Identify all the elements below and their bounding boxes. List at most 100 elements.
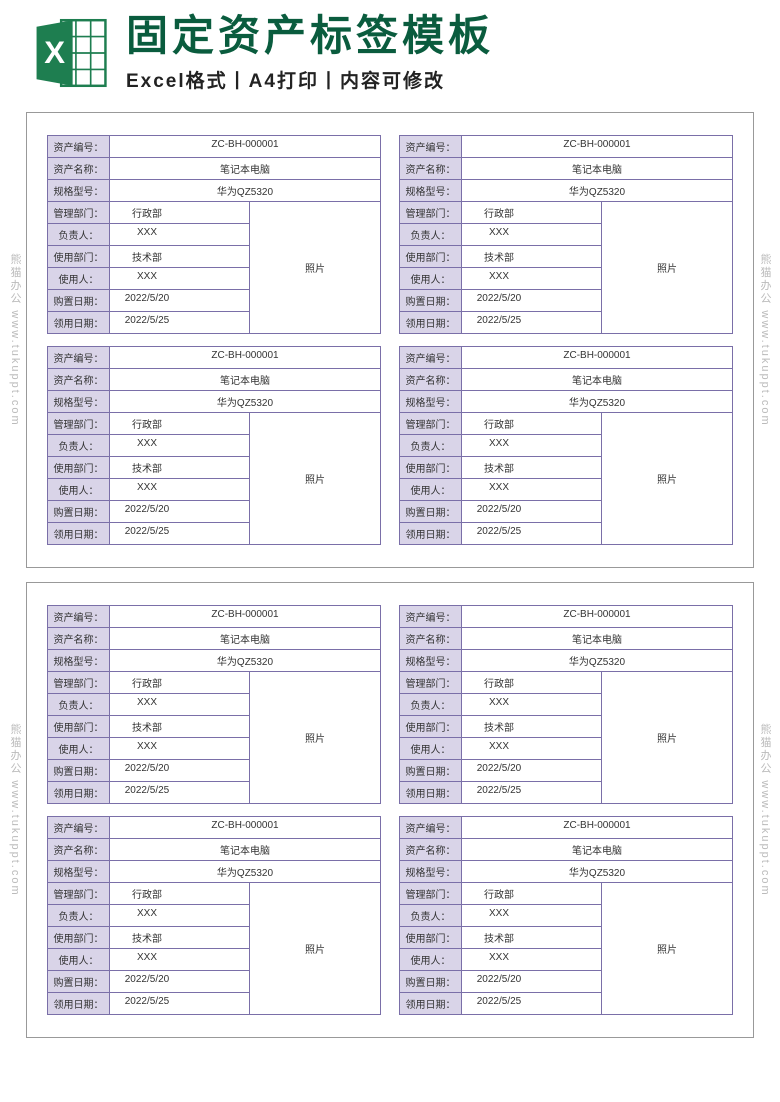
value-use-dept: 技术部	[110, 716, 184, 737]
watermark: 熊猫办公 www.tukuppt.com	[757, 253, 773, 426]
value-buy-date: 2022/5/20	[462, 290, 536, 311]
label-asset-no: 资产编号：	[400, 606, 462, 627]
photo-placeholder: 照片	[250, 883, 380, 1014]
value-recv-date: 2022/5/25	[110, 523, 184, 544]
label-use-dept: 使用部门：	[400, 246, 462, 267]
label-spec: 规格型号：	[48, 650, 110, 671]
label-dept: 管理部门：	[400, 202, 462, 223]
label-spec: 规格型号：	[400, 391, 462, 412]
svg-text:X: X	[44, 35, 65, 70]
label-dept: 管理部门：	[400, 672, 462, 693]
label-asset-name: 资产名称：	[48, 628, 110, 649]
value-spec: 华为QZ5320	[110, 861, 380, 882]
value-user: XXX	[110, 949, 184, 970]
value-asset-name: 笔记本电脑	[462, 628, 732, 649]
label-user: 使用人：	[400, 949, 462, 970]
value-spec: 华为QZ5320	[462, 650, 732, 671]
label-recv-date: 领用日期：	[48, 993, 110, 1014]
label-buy-date: 购置日期：	[400, 760, 462, 781]
value-recv-date: 2022/5/25	[110, 782, 184, 803]
label-buy-date: 购置日期：	[48, 290, 110, 311]
value-user: XXX	[462, 949, 536, 970]
label-spec: 规格型号：	[48, 861, 110, 882]
value-dept: 行政部	[462, 202, 536, 223]
label-dept: 管理部门：	[400, 413, 462, 434]
label-dept: 管理部门：	[48, 202, 110, 223]
label-asset-no: 资产编号：	[48, 136, 110, 157]
label-user: 使用人：	[400, 479, 462, 500]
value-user: XXX	[462, 268, 536, 289]
value-recv-date: 2022/5/25	[110, 993, 184, 1014]
value-asset-name: 笔记本电脑	[462, 839, 732, 860]
header: X 固定资产标签模板 Excel格式丨A4打印丨内容可修改	[0, 0, 780, 104]
value-dept: 行政部	[462, 672, 536, 693]
photo-placeholder: 照片	[602, 672, 732, 803]
value-asset-name: 笔记本电脑	[110, 839, 380, 860]
label-recv-date: 领用日期：	[400, 523, 462, 544]
page-2: 熊猫办公 www.tukuppt.com 熊猫办公 www.tukuppt.co…	[26, 582, 754, 1038]
watermark: 熊猫办公 www.tukuppt.com	[757, 723, 773, 896]
value-recv-date: 2022/5/25	[462, 312, 536, 333]
value-use-dept: 技术部	[110, 927, 184, 948]
label-owner: 负责人：	[400, 694, 462, 715]
label-asset-name: 资产名称：	[400, 158, 462, 179]
label-owner: 负责人：	[48, 224, 110, 245]
watermark: 熊猫办公 www.tukuppt.com	[7, 723, 23, 896]
label-owner: 负责人：	[400, 905, 462, 926]
value-owner: XXX	[110, 905, 184, 926]
label-asset-no: 资产编号：	[400, 136, 462, 157]
label-use-dept: 使用部门：	[400, 457, 462, 478]
value-use-dept: 技术部	[110, 246, 184, 267]
value-owner: XXX	[110, 224, 184, 245]
label-use-dept: 使用部门：	[48, 716, 110, 737]
value-asset-no: ZC-BH-000001	[110, 606, 380, 627]
value-asset-no: ZC-BH-000001	[462, 817, 732, 838]
label-asset-name: 资产名称：	[48, 158, 110, 179]
label-owner: 负责人：	[48, 435, 110, 456]
value-asset-name: 笔记本电脑	[110, 369, 380, 390]
label-recv-date: 领用日期：	[400, 782, 462, 803]
value-recv-date: 2022/5/25	[462, 993, 536, 1014]
value-use-dept: 技术部	[462, 927, 536, 948]
label-asset-name: 资产名称：	[400, 628, 462, 649]
asset-card: 资产编号：ZC-BH-000001 资产名称：笔记本电脑 规格型号：华为QZ53…	[47, 605, 381, 804]
label-asset-no: 资产编号：	[48, 347, 110, 368]
photo-placeholder: 照片	[602, 883, 732, 1014]
value-owner: XXX	[462, 694, 536, 715]
photo-placeholder: 照片	[602, 202, 732, 333]
value-asset-name: 笔记本电脑	[110, 628, 380, 649]
value-dept: 行政部	[462, 413, 536, 434]
value-owner: XXX	[462, 224, 536, 245]
value-owner: XXX	[462, 435, 536, 456]
label-asset-name: 资产名称：	[400, 369, 462, 390]
value-spec: 华为QZ5320	[462, 391, 732, 412]
value-spec: 华为QZ5320	[462, 180, 732, 201]
asset-card: 资产编号：ZC-BH-000001 资产名称：笔记本电脑 规格型号：华为QZ53…	[47, 135, 381, 334]
page-title: 固定资产标签模板	[126, 13, 750, 59]
value-buy-date: 2022/5/20	[462, 971, 536, 992]
value-asset-name: 笔记本电脑	[462, 369, 732, 390]
label-user: 使用人：	[48, 268, 110, 289]
label-spec: 规格型号：	[400, 861, 462, 882]
value-buy-date: 2022/5/20	[462, 760, 536, 781]
label-asset-no: 资产编号：	[48, 817, 110, 838]
value-use-dept: 技术部	[462, 246, 536, 267]
label-recv-date: 领用日期：	[400, 993, 462, 1014]
label-asset-name: 资产名称：	[400, 839, 462, 860]
asset-card: 资产编号：ZC-BH-000001 资产名称：笔记本电脑 规格型号：华为QZ53…	[399, 346, 733, 545]
label-buy-date: 购置日期：	[400, 501, 462, 522]
value-asset-no: ZC-BH-000001	[110, 136, 380, 157]
label-spec: 规格型号：	[400, 180, 462, 201]
label-buy-date: 购置日期：	[48, 760, 110, 781]
value-user: XXX	[110, 268, 184, 289]
value-use-dept: 技术部	[462, 457, 536, 478]
label-use-dept: 使用部门：	[48, 927, 110, 948]
label-user: 使用人：	[48, 949, 110, 970]
value-asset-name: 笔记本电脑	[462, 158, 732, 179]
label-owner: 负责人：	[48, 694, 110, 715]
value-dept: 行政部	[462, 883, 536, 904]
label-dept: 管理部门：	[48, 672, 110, 693]
value-spec: 华为QZ5320	[110, 391, 380, 412]
value-buy-date: 2022/5/20	[110, 501, 184, 522]
label-recv-date: 领用日期：	[400, 312, 462, 333]
